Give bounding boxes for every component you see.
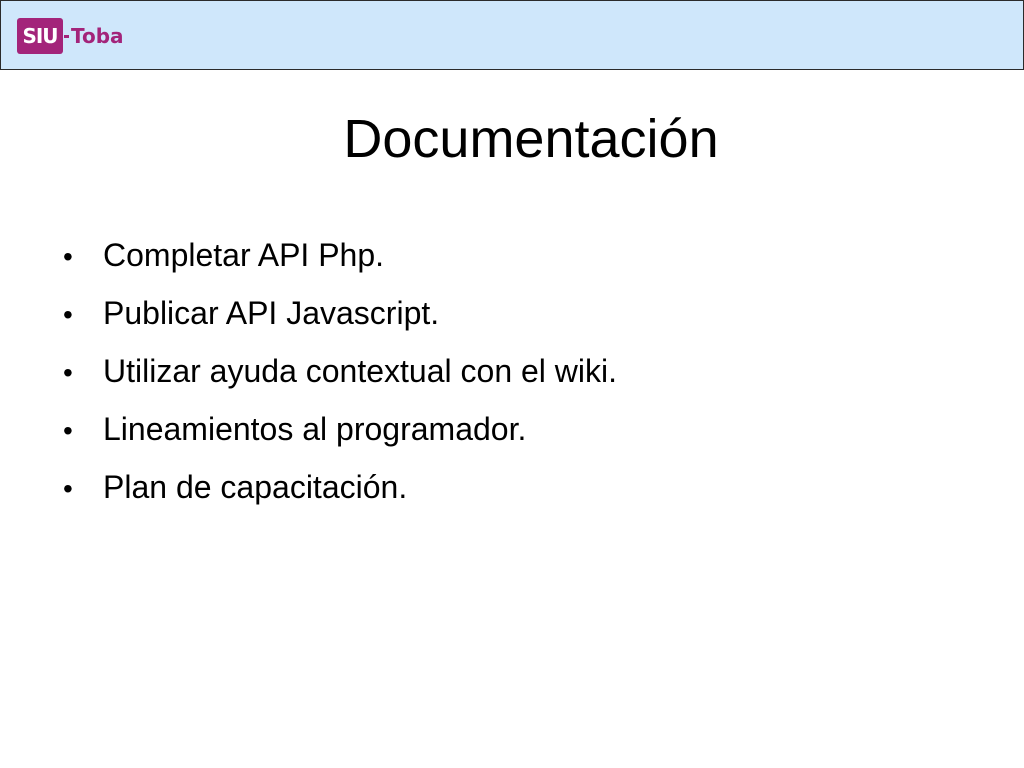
- bullet-item: • Publicar API Javascript.: [60, 290, 617, 348]
- bullet-item: • Utilizar ayuda contextual con el wiki.: [60, 348, 617, 406]
- slide: SIU Toba Documentación • Completar API P…: [0, 0, 1024, 768]
- bullet-icon: •: [63, 241, 73, 272]
- bullet-icon: •: [63, 357, 73, 388]
- bullet-text: Completar API Php.: [103, 237, 385, 273]
- siu-toba-logo: SIU Toba: [17, 13, 124, 59]
- logo-separator: [64, 34, 69, 38]
- bullet-text: Lineamientos al programador.: [103, 411, 527, 447]
- bullet-text: Plan de capacitación.: [103, 469, 408, 505]
- bullet-icon: •: [63, 473, 73, 504]
- bullet-item: • Completar API Php.: [60, 232, 617, 290]
- bullet-list: • Completar API Php. • Publicar API Java…: [60, 232, 617, 522]
- header-band: SIU Toba: [0, 0, 1024, 70]
- slide-title: Documentación: [343, 109, 719, 169]
- bullet-item: • Plan de capacitación.: [60, 464, 617, 522]
- logo-text: Toba: [71, 24, 124, 48]
- bullet-text: Utilizar ayuda contextual con el wiki.: [103, 353, 618, 389]
- bullet-text: Publicar API Javascript.: [103, 295, 440, 331]
- bullet-icon: •: [63, 415, 73, 446]
- siu-logo-icon: SIU: [17, 18, 63, 54]
- bullet-icon: •: [63, 299, 73, 330]
- bullet-item: • Lineamientos al programador.: [60, 406, 617, 464]
